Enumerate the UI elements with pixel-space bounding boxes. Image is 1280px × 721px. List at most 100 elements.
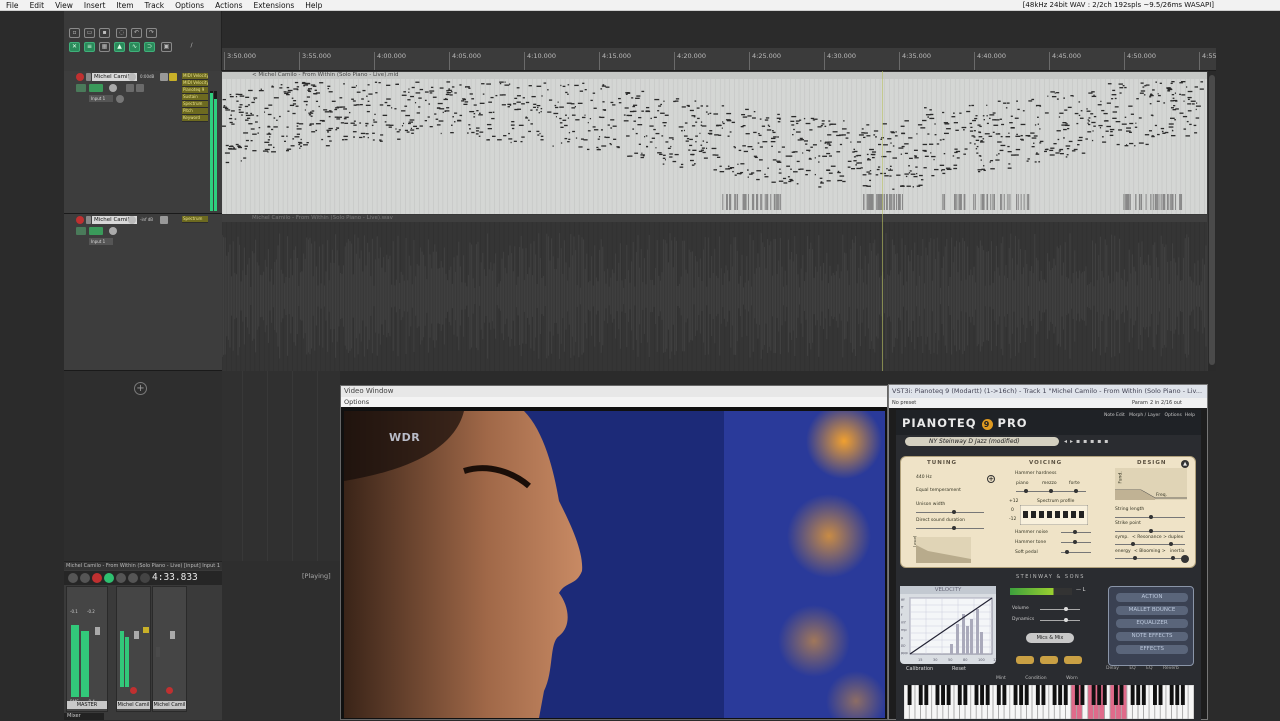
lane-label[interactable]: Pitch — [182, 108, 208, 114]
strip-1-fader[interactable] — [134, 631, 139, 639]
timeline-ruler[interactable]: 3:50.000 3:55.000 4:00.000 4:05.000 4:10… — [222, 48, 1217, 71]
pause-button[interactable] — [116, 573, 126, 583]
pan-knob[interactable] — [109, 84, 117, 92]
reset-button[interactable]: Reset — [952, 666, 966, 672]
automation-icon[interactable] — [169, 73, 177, 81]
menu-item[interactable]: Item — [110, 0, 138, 11]
action-button[interactable]: ACTION — [1116, 593, 1188, 602]
volume-slider[interactable] — [1040, 607, 1080, 611]
temperament-select[interactable]: Equal temperament — [916, 488, 961, 493]
lane-label[interactable]: Keyword — [182, 115, 208, 121]
strip-1-fx-icon[interactable] — [143, 627, 149, 633]
stop-button[interactable] — [128, 573, 138, 583]
hammer-noise-slider[interactable] — [1061, 530, 1091, 534]
input-select[interactable]: Input 1 — [89, 95, 113, 102]
menu-track[interactable]: Track — [139, 0, 170, 11]
snap-icon[interactable]: ▲ — [114, 42, 125, 52]
direct-sound-slider[interactable] — [916, 526, 984, 530]
volume-knob[interactable] — [128, 216, 136, 224]
lane-label[interactable]: Spectrum — [182, 216, 208, 222]
play-button[interactable] — [104, 573, 114, 583]
record-button[interactable] — [92, 573, 102, 583]
strip-1-arm-icon[interactable] — [130, 687, 137, 694]
lane-label[interactable]: MIDI Velocity — [182, 80, 208, 86]
envelope-lock-icon[interactable]: ∿ — [129, 42, 140, 52]
add-tuning-icon[interactable]: + — [987, 475, 995, 483]
scrollbar-thumb[interactable] — [1209, 75, 1215, 365]
plugin-title[interactable]: VST3i: Pianoteq 9 (Modartt) (1->16ch) - … — [889, 385, 1207, 398]
equalizer-button[interactable]: EQUALIZER — [1116, 619, 1188, 628]
velocity-curve[interactable]: ppppppmpmfffffff15305080100127 — [900, 594, 996, 664]
record-arm-icon[interactable] — [76, 216, 84, 224]
new-project-icon[interactable]: ▫ — [69, 28, 80, 38]
volume-knob[interactable] — [128, 73, 136, 81]
lane-label[interactable]: Pianoteq 9 — [182, 87, 208, 93]
menu-actions[interactable]: Actions — [209, 0, 247, 11]
arrange-empty-area[interactable] — [222, 371, 340, 561]
video-window[interactable]: Video Window Options WDR — [340, 385, 888, 720]
fx-chain-icon[interactable] — [160, 216, 168, 224]
fx-button[interactable] — [89, 227, 103, 235]
reverb-toggle[interactable]: Reverb — [1163, 666, 1179, 671]
lock-icon[interactable]: ▣ — [161, 42, 172, 52]
unison-width-slider[interactable] — [916, 510, 984, 514]
resonance-slider[interactable] — [1115, 542, 1185, 546]
menu-file[interactable]: File — [0, 0, 24, 11]
input-knob[interactable] — [116, 95, 124, 103]
calibration-button[interactable]: Calibration — [906, 666, 933, 672]
options-button[interactable]: Options — [1164, 413, 1181, 418]
project-settings-icon[interactable]: ◌ — [116, 28, 127, 38]
help-button[interactable]: Help — [1185, 413, 1195, 418]
spectrum-profile-editor[interactable] — [1020, 505, 1088, 525]
add-track-icon[interactable]: + — [134, 382, 147, 395]
lane-label[interactable]: MIDI Velocity — [182, 73, 208, 79]
lane-label[interactable]: Sustain — [182, 94, 208, 100]
play-cursor[interactable] — [882, 71, 883, 371]
io-routing-button[interactable] — [76, 227, 86, 235]
menu-edit[interactable]: Edit — [24, 0, 50, 11]
loop-icon[interactable]: ⊃ — [144, 42, 155, 52]
fx-button[interactable] — [89, 84, 103, 92]
item-grouping-icon[interactable]: ▦ — [99, 42, 110, 52]
record-arm-icon[interactable] — [76, 73, 84, 81]
fx-chain-icon[interactable] — [160, 73, 168, 81]
strike-point-slider[interactable] — [1115, 529, 1185, 533]
grid-toggle-icon[interactable]: ✕ — [69, 42, 80, 52]
mixer-strip-1[interactable]: Michel Camil — [116, 586, 151, 712]
menu-help[interactable]: Help — [299, 0, 327, 11]
speaker-icon[interactable] — [86, 216, 91, 224]
timecode-display[interactable]: 4:33.833 — [152, 572, 198, 583]
param-button[interactable]: Param — [1132, 398, 1148, 408]
midi-item[interactable]: < Michel Camilo - From Within (Solo Pian… — [222, 72, 1207, 214]
open-project-icon[interactable]: ▭ — [84, 28, 95, 38]
phase-invert-icon[interactable] — [126, 84, 134, 92]
collapse-panel-icon[interactable]: ▲ — [1181, 460, 1189, 468]
hammer-tone-slider[interactable] — [1061, 540, 1091, 544]
morph-layer-button[interactable]: Morph / Layer — [1129, 413, 1160, 418]
audio-device-info[interactable]: [48kHz 24bit WAV : 2/2ch 192spls ~9.5/26… — [1023, 0, 1214, 11]
velocity-curve-panel[interactable]: VELOCITY ppppppmpmfffffff15305080100127 — [900, 586, 996, 664]
vertical-scrollbar[interactable] — [1208, 71, 1216, 371]
track-1-panel[interactable]: Michel Camilo 0:00dB Input 1 MIDI Veloci… — [64, 71, 222, 214]
tuning-frequency[interactable]: 440 Hz — [916, 475, 932, 480]
condition-label[interactable]: Condition — [1025, 676, 1046, 681]
go-end-icon[interactable] — [80, 573, 90, 583]
undo-icon[interactable]: ↶ — [131, 28, 142, 38]
menu-options[interactable]: Options — [169, 0, 209, 11]
master-fader[interactable] — [95, 627, 100, 635]
preset-nav-icons[interactable]: ◂▸▪▪▪▪▪ — [1064, 438, 1111, 445]
preset-selector[interactable]: NY Steinway D Jazz (modified) — [905, 437, 1059, 446]
io-button[interactable]: 2 in 2/16 out — [1150, 398, 1182, 408]
video-window-title[interactable]: Video Window — [341, 386, 887, 397]
piano-keyboard[interactable] — [904, 685, 1194, 719]
section-voicing[interactable]: VOICING — [1029, 460, 1062, 466]
note-edit-button[interactable]: Note Edit — [1104, 413, 1125, 418]
speaker-icon[interactable] — [86, 73, 91, 81]
pencil-icon[interactable]: ∕ — [186, 42, 197, 52]
tcp-empty-area[interactable] — [64, 371, 222, 561]
monitor-icon[interactable] — [136, 84, 144, 92]
pan-knob[interactable] — [109, 227, 117, 235]
section-design[interactable]: DESIGN — [1137, 460, 1166, 466]
dynamics-slider[interactable] — [1040, 618, 1080, 622]
input-select[interactable]: Input 1 — [89, 238, 113, 245]
